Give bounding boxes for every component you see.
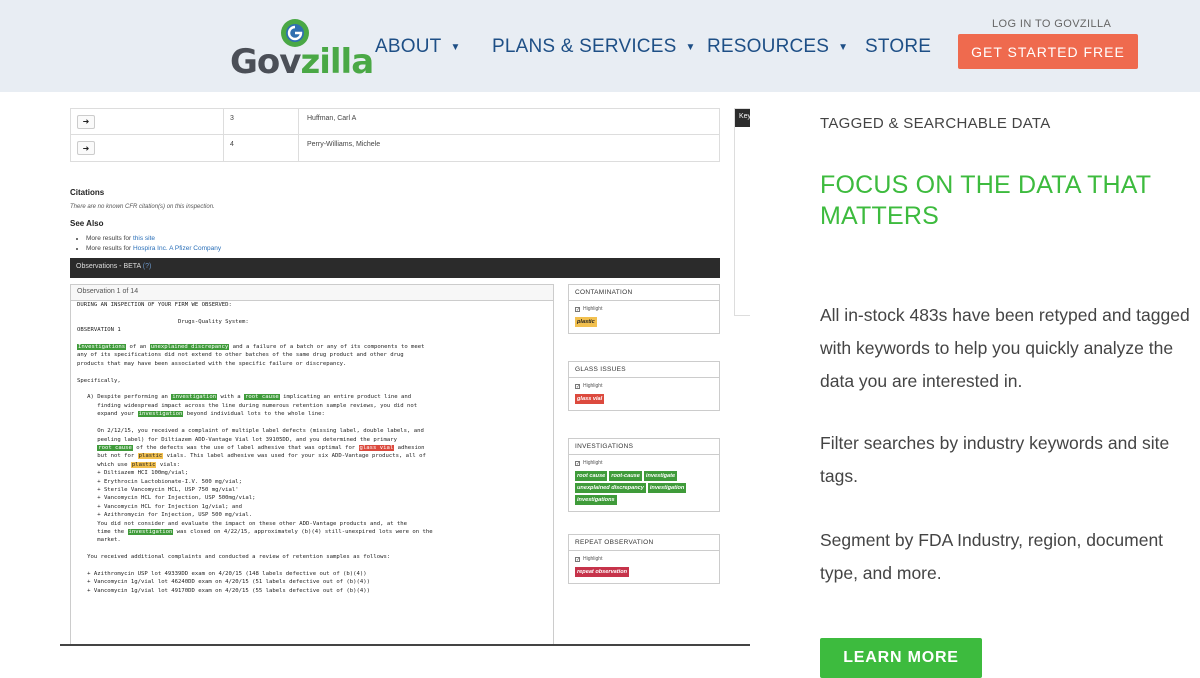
checkbox-checked-icon: ✓ bbox=[575, 556, 581, 563]
paragraph-retyped: All in-stock 483s have been retyped and … bbox=[820, 305, 1190, 391]
keyword-tag[interactable]: root-cause bbox=[609, 471, 642, 481]
tag-panel-contamination: CONTAMINATION ✓ Highlight plastic bbox=[568, 284, 720, 334]
highlight-checkbox[interactable]: ✓ Highlight bbox=[569, 378, 719, 391]
row-name: Huffman, Carl A bbox=[307, 115, 357, 122]
get-started-button[interactable]: GET STARTED FREE bbox=[958, 34, 1138, 69]
highlight-checkbox[interactable]: ✓ Highlight bbox=[569, 551, 719, 564]
observation-panel: Observation 1 of 14 DURING AN INSPECTION… bbox=[70, 284, 554, 644]
citations-title: Citations bbox=[70, 188, 105, 197]
see-also-link[interactable]: Hospira Inc. A Pfizer Company bbox=[133, 245, 221, 252]
investigator-table: ➜ 3 Huffman, Carl A ➜ 4 Perry-Williams, … bbox=[70, 108, 720, 162]
nav-plans-services[interactable]: PLANS & SERVICES ▼ bbox=[492, 36, 696, 58]
product-screenshot: ➜ 3 Huffman, Carl A ➜ 4 Perry-Williams, … bbox=[60, 104, 750, 646]
row-number: 3 bbox=[224, 109, 299, 134]
chevron-down-icon: ▼ bbox=[838, 41, 849, 53]
keyword-tag[interactable]: investigations bbox=[575, 495, 617, 505]
section-headline: FOCUS ON THE DATA THAT MATTERS bbox=[820, 171, 1151, 230]
keyword-tag[interactable]: plastic bbox=[575, 317, 597, 327]
highlight-checkbox[interactable]: ✓ Highlight bbox=[569, 301, 719, 314]
see-also-link[interactable]: this site bbox=[133, 235, 155, 242]
keyword-tag[interactable]: investigate bbox=[643, 471, 678, 481]
keyword-tag[interactable]: glass vial bbox=[575, 394, 605, 404]
observations-bar: Observations - BETA (?) bbox=[70, 258, 720, 278]
row-name: Perry-Williams, Michele bbox=[307, 141, 381, 148]
keyword-tag[interactable]: investigation bbox=[647, 483, 687, 493]
tag-panel-repeat-observation: REPEAT OBSERVATION ✓ Highlight repeat obs… bbox=[568, 534, 720, 584]
beta-help-link[interactable]: (?) bbox=[143, 263, 152, 270]
list-item: More results for Hospira Inc. A Pfizer C… bbox=[86, 244, 221, 254]
paragraph-filter: Filter searches by industry keywords and… bbox=[820, 433, 1170, 486]
keyword-tag[interactable]: unexplained discrepancy bbox=[575, 483, 646, 493]
govzilla-logo[interactable]: Govzilla bbox=[230, 18, 374, 82]
checkbox-checked-icon: ✓ bbox=[575, 383, 581, 390]
nav-about-label: ABOUT bbox=[375, 36, 442, 57]
logo-wordmark: Govzilla bbox=[230, 42, 374, 82]
learn-more-button[interactable]: LEARN MORE bbox=[820, 638, 982, 678]
tag-panel-title: GLASS ISSUES bbox=[569, 362, 719, 378]
observation-text: DURING AN INSPECTION OF YOUR FIRM WE OBS… bbox=[77, 302, 433, 594]
nav-store-label: STORE bbox=[865, 36, 932, 57]
see-also-list: More results for this site More results … bbox=[86, 234, 221, 254]
nav-plans-label: PLANS & SERVICES bbox=[492, 36, 677, 57]
arrow-right-icon[interactable]: ➜ bbox=[77, 114, 95, 129]
observation-header: Observation 1 of 14 bbox=[71, 285, 553, 301]
checkbox-checked-icon: ✓ bbox=[575, 306, 581, 313]
tag-panel-investigations: INVESTIGATIONS ✓ Highlight root cause roo… bbox=[568, 438, 720, 512]
nav-about[interactable]: ABOUT ▼ bbox=[375, 36, 461, 58]
key-panel-header: Key bbox=[735, 109, 750, 127]
tag-panel-title: REPEAT OBSERVATION bbox=[569, 535, 719, 551]
see-also-title: See Also bbox=[70, 219, 104, 228]
nav-store[interactable]: STORE bbox=[865, 36, 931, 58]
checkbox-checked-icon: ✓ bbox=[575, 460, 581, 467]
chevron-down-icon: ▼ bbox=[685, 41, 696, 53]
tag-panel-title: CONTAMINATION bbox=[569, 285, 719, 301]
section-eyebrow: TAGGED & SEARCHABLE DATA bbox=[820, 115, 1051, 132]
citations-text: There are no known CFR citation(s) on th… bbox=[70, 204, 215, 210]
table-row: ➜ 4 Perry-Williams, Michele bbox=[71, 135, 719, 161]
list-item: More results for this site bbox=[86, 234, 221, 244]
key-panel: Key bbox=[734, 108, 750, 316]
tag-panel-glass-issues: GLASS ISSUES ✓ Highlight glass vial bbox=[568, 361, 720, 411]
highlight-checkbox[interactable]: ✓ Highlight bbox=[569, 455, 719, 468]
keyword-tag[interactable]: repeat observation bbox=[575, 567, 630, 577]
keyword-tag[interactable]: root cause bbox=[575, 471, 608, 481]
chevron-down-icon: ▼ bbox=[450, 41, 461, 53]
nav-resources-label: RESOURCES bbox=[707, 36, 830, 57]
arrow-right-icon[interactable]: ➜ bbox=[77, 141, 95, 155]
login-link[interactable]: LOG IN TO GOVZILLA bbox=[992, 18, 1111, 30]
paragraph-segment: Segment by FDA Industry, region, documen… bbox=[820, 530, 1164, 583]
row-number: 4 bbox=[224, 135, 299, 161]
tag-panel-title: INVESTIGATIONS bbox=[569, 439, 719, 455]
site-header: Govzilla ABOUT ▼ PLANS & SERVICES ▼ RESOUR… bbox=[0, 0, 1200, 92]
table-row: ➜ 3 Huffman, Carl A bbox=[71, 109, 719, 135]
nav-resources[interactable]: RESOURCES ▼ bbox=[707, 36, 848, 58]
